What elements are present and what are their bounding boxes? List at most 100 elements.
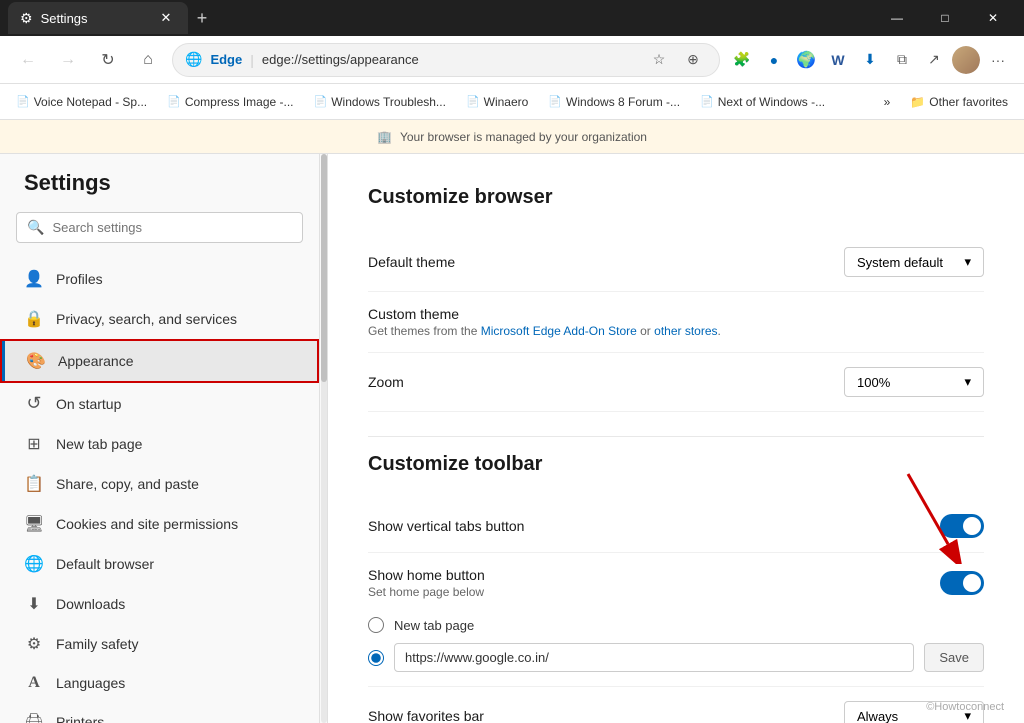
show-home-label: Show home button	[368, 567, 485, 583]
edge-label: Edge	[210, 52, 242, 67]
sidebar-item-label-downloads: Downloads	[56, 596, 125, 612]
sidebar-title: Settings	[0, 170, 319, 212]
bing-icon[interactable]: 🌍	[792, 46, 820, 74]
collections-icon[interactable]: ⊕	[679, 46, 707, 74]
managed-icon: 🏢	[377, 130, 392, 144]
default-theme-dropdown[interactable]: System default ▾	[844, 247, 984, 277]
sidebar-item-label-cookies: Cookies and site permissions	[56, 516, 238, 532]
bookmarks-bar: 📄 Voice Notepad - Sp... 📄 Compress Image…	[0, 84, 1024, 120]
customize-toolbar-title: Customize toolbar	[368, 453, 984, 476]
section-divider	[368, 436, 984, 437]
address-url[interactable]: edge://settings/appearance	[262, 52, 637, 67]
bookmark-compress-image[interactable]: 📄 Compress Image -...	[159, 91, 301, 113]
browser-tab[interactable]: ⚙ Settings ✕	[8, 2, 188, 34]
sidebar-item-default-browser[interactable]: 🌐 Default browser	[0, 544, 319, 584]
sidebar-item-label-privacy: Privacy, search, and services	[56, 311, 237, 327]
bookmark-voice-notepad[interactable]: 📄 Voice Notepad - Sp...	[8, 91, 155, 113]
tab-title: Settings	[41, 11, 88, 26]
other-stores-link[interactable]: other stores	[654, 324, 717, 338]
sidebar-item-languages[interactable]: A Languages	[0, 664, 319, 702]
bookmark-icon-win8: 📄	[548, 95, 562, 108]
search-icon: 🔍	[27, 219, 44, 236]
edge-addon-store-link[interactable]: Microsoft Edge Add-On Store	[481, 324, 637, 338]
bookmark-windows8[interactable]: 📄 Windows 8 Forum -...	[540, 91, 688, 113]
bookmark-label-voice: Voice Notepad - Sp...	[34, 95, 147, 109]
managed-message: Your browser is managed by your organiza…	[400, 130, 647, 144]
privacy-icon: 🔒	[24, 309, 44, 329]
forward-button[interactable]: →	[52, 44, 84, 76]
extensions-icon[interactable]: 🧩	[728, 46, 756, 74]
sidebar-item-cookies[interactable]: 🖥 Cookies and site permissions	[0, 504, 319, 544]
download-icon[interactable]: ⬇	[856, 46, 884, 74]
radio-url[interactable]	[368, 650, 384, 666]
share-icon[interactable]: ↗	[920, 46, 948, 74]
sidebar-item-family[interactable]: ⚙ Family safety	[0, 624, 319, 664]
dropdown-chevron: ▾	[964, 254, 971, 270]
back-button[interactable]: ←	[12, 44, 44, 76]
radio-new-tab-label: New tab page	[394, 618, 474, 633]
refresh-button[interactable]: ↻	[92, 44, 124, 76]
minimize-button[interactable]: —	[874, 0, 920, 36]
bookmark-next-of-windows[interactable]: 📄 Next of Windows -...	[692, 91, 833, 113]
profile-avatar[interactable]	[952, 46, 980, 74]
search-settings-input[interactable]	[52, 220, 292, 235]
other-favorites-button[interactable]: 📁 Other favorites	[902, 91, 1016, 113]
zoom-row: Zoom 100% ▾	[368, 353, 984, 412]
split-screen-icon[interactable]: ⧉	[888, 46, 916, 74]
share-icon: 📋	[24, 474, 44, 494]
bookmark-windows-troubleshoot[interactable]: 📄 Windows Troublesh...	[306, 91, 454, 113]
show-home-toggle[interactable]	[940, 571, 984, 595]
radio-new-tab[interactable]	[368, 617, 384, 633]
sidebar-item-downloads[interactable]: ⬇ Downloads	[0, 584, 319, 624]
bookmark-label-troubleshoot: Windows Troublesh...	[331, 95, 446, 109]
show-vertical-tabs-toggle[interactable]	[940, 514, 984, 538]
sidebar-scrollbar[interactable]	[320, 154, 328, 723]
sidebar-item-appearance[interactable]: 🎨 Appearance	[0, 339, 319, 383]
sidebar-item-new-tab[interactable]: ⊞ New tab page	[0, 424, 319, 464]
tab-close-button[interactable]: ✕	[156, 8, 176, 28]
more-bookmarks-button[interactable]: »	[876, 91, 899, 113]
sidebar-item-label-profiles: Profiles	[56, 271, 103, 287]
profiles-icon: 👤	[24, 269, 44, 289]
scrollbar-track	[321, 154, 327, 723]
home-url-input[interactable]	[394, 643, 914, 672]
settings-more-button[interactable]: ···	[984, 46, 1012, 74]
sidebar-item-on-startup[interactable]: ↺ On startup	[0, 383, 319, 424]
home-page-radio-group: New tab page Save	[368, 617, 984, 672]
toggle-slider-home	[940, 571, 984, 595]
main-layout: Settings 🔍 👤 Profiles 🔒 Privacy, search,…	[0, 154, 1024, 723]
show-home-header: Show home button Set home page below	[368, 567, 984, 599]
home-button[interactable]: ⌂	[132, 44, 164, 76]
show-home-info: Show home button Set home page below	[368, 567, 485, 599]
zoom-label: Zoom	[368, 374, 404, 390]
word-icon[interactable]: W	[824, 46, 852, 74]
maximize-button[interactable]: □	[922, 0, 968, 36]
bookmark-icon-winaero: 📄	[466, 95, 480, 108]
address-input-wrap[interactable]: 🌐 Edge | edge://settings/appearance ☆ ⊕	[172, 43, 720, 77]
sidebar-item-printers[interactable]: 🖨 Printers	[0, 702, 319, 723]
bookmark-winaero[interactable]: 📄 Winaero	[458, 91, 536, 113]
bookmark-label-compress: Compress Image -...	[185, 95, 294, 109]
appearance-icon: 🎨	[26, 351, 46, 371]
default-theme-row: Default theme System default ▾	[368, 233, 984, 292]
cookies-icon: 🖥	[24, 514, 44, 534]
new-tab-button[interactable]: +	[188, 4, 216, 32]
bookmark-label-winaero: Winaero	[484, 95, 529, 109]
search-settings-box[interactable]: 🔍	[16, 212, 303, 243]
favorites-bar-value: Always	[857, 709, 898, 723]
sidebar-item-profiles[interactable]: 👤 Profiles	[0, 259, 319, 299]
family-icon: ⚙	[24, 634, 44, 654]
show-vertical-tabs-row: Show vertical tabs button	[368, 500, 984, 553]
save-home-button[interactable]: Save	[924, 643, 984, 672]
zoom-dropdown[interactable]: 100% ▾	[844, 367, 984, 397]
sidebar-item-privacy[interactable]: 🔒 Privacy, search, and services	[0, 299, 319, 339]
star-icon[interactable]: ☆	[645, 46, 673, 74]
on-startup-icon: ↺	[24, 393, 44, 414]
default-browser-icon: 🌐	[24, 554, 44, 574]
sidebar-item-label-printers: Printers	[56, 714, 104, 723]
toolbar-icons: 🧩 ● 🌍 W ⬇ ⧉ ↗ ···	[728, 46, 1012, 74]
close-button[interactable]: ✕	[970, 0, 1016, 36]
sidebar-item-share[interactable]: 📋 Share, copy, and paste	[0, 464, 319, 504]
other-favorites-icon: 📁	[910, 95, 925, 109]
edge-wallet-icon[interactable]: ●	[760, 46, 788, 74]
